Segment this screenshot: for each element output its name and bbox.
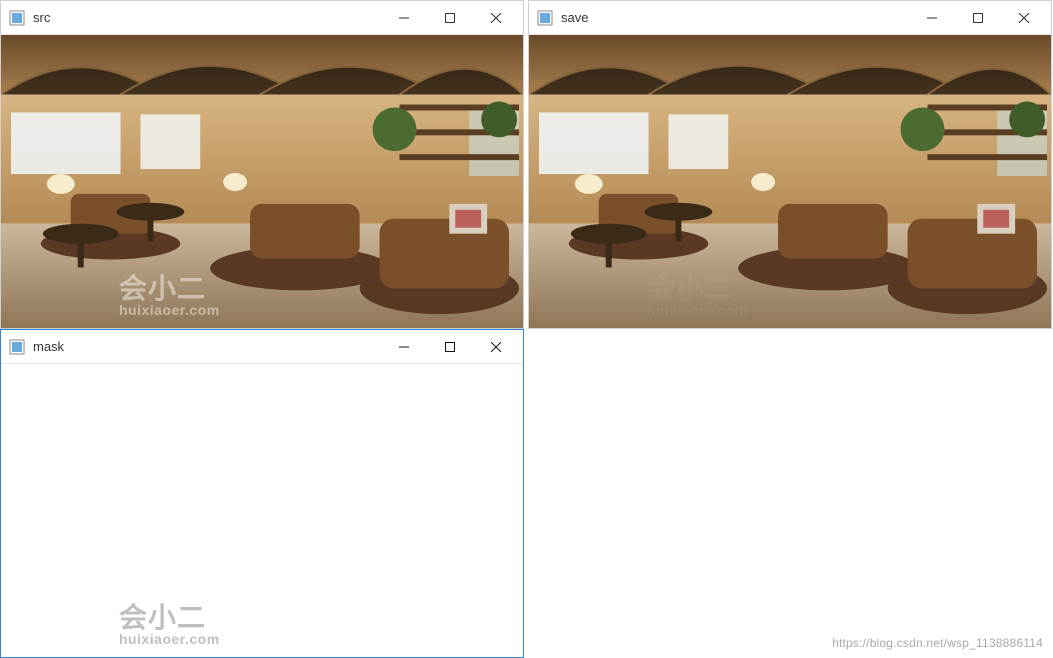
maximize-icon — [445, 13, 455, 23]
maximize-button[interactable] — [427, 331, 473, 363]
titlebar-src[interactable]: src — [1, 1, 523, 35]
attribution-text: https://blog.csdn.net/wsp_1138886114 — [832, 636, 1043, 650]
app-icon — [9, 339, 25, 355]
minimize-icon — [399, 342, 409, 352]
minimize-icon — [927, 13, 937, 23]
window-mask: mask 会小二 huixiaoer.com — [0, 329, 524, 658]
maximize-button[interactable] — [955, 2, 1001, 34]
app-icon — [9, 10, 25, 26]
close-icon — [491, 13, 501, 23]
titlebar-save[interactable]: save — [529, 1, 1051, 35]
maximize-icon — [445, 342, 455, 352]
close-icon — [491, 342, 501, 352]
minimize-button[interactable] — [381, 2, 427, 34]
window-save: save — [528, 0, 1052, 329]
close-icon — [1019, 13, 1029, 23]
maximize-icon — [973, 13, 983, 23]
mask-watermark-region: 会小二 huixiaoer.com — [119, 603, 220, 647]
maximize-button[interactable] — [427, 2, 473, 34]
app-icon — [537, 10, 553, 26]
image-content — [1, 35, 523, 328]
client-area-src: 会小二 huixiaoer.com — [1, 35, 523, 328]
window-title: save — [561, 10, 909, 25]
minimize-icon — [399, 13, 409, 23]
window-title: mask — [33, 339, 381, 354]
window-controls — [381, 2, 519, 34]
window-controls — [909, 2, 1047, 34]
titlebar-mask[interactable]: mask — [1, 330, 523, 364]
window-title: src — [33, 10, 381, 25]
close-button[interactable] — [473, 331, 519, 363]
client-area-save: 会小二 huixiaoer.com — [529, 35, 1051, 328]
minimize-button[interactable] — [909, 2, 955, 34]
window-src: src — [0, 0, 524, 329]
window-controls — [381, 331, 519, 363]
watermark-line1: 会小二 — [119, 603, 220, 632]
close-button[interactable] — [473, 2, 519, 34]
client-area-mask: 会小二 huixiaoer.com — [1, 364, 523, 657]
close-button[interactable] — [1001, 2, 1047, 34]
minimize-button[interactable] — [381, 331, 427, 363]
image-content — [529, 35, 1051, 328]
watermark-line2: huixiaoer.com — [119, 632, 220, 647]
